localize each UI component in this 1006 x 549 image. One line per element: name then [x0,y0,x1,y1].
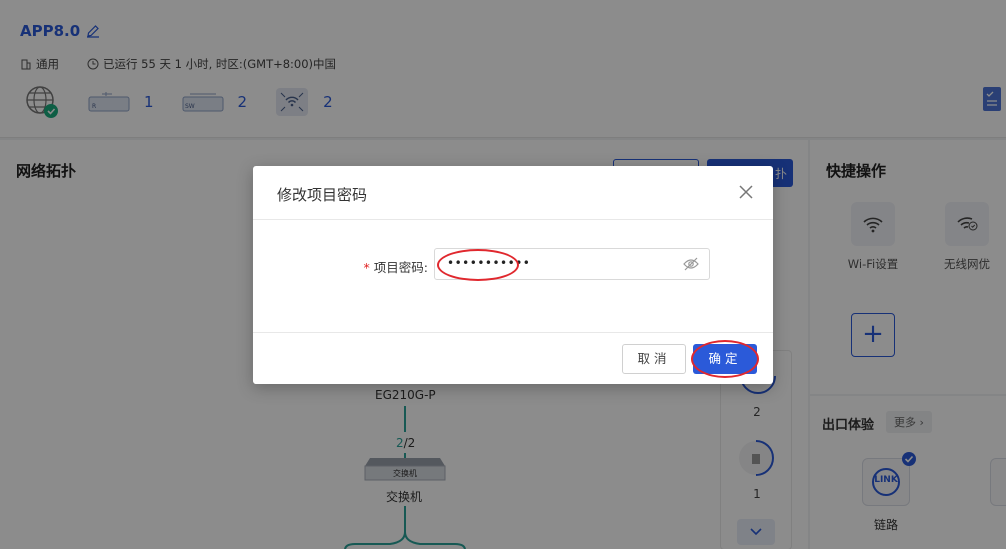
cancel-button[interactable]: 取消 [622,344,686,374]
dialog-title: 修改项目密码 [277,186,368,204]
password-value: ••••••••••• [447,256,531,270]
password-input[interactable]: ••••••••••• [434,248,710,280]
password-label: * 项目密码: [353,257,428,276]
password-label-text: 项目密码: [373,260,428,275]
eye-slash-icon[interactable] [683,257,699,271]
dialog-footer: 取消 确定 [253,332,773,384]
change-password-dialog: 修改项目密码 * 项目密码: ••••••••••• 取消 确定 [253,166,773,384]
close-icon[interactable] [739,182,753,202]
password-form-row: * 项目密码: ••••••••••• [253,248,773,280]
confirm-button[interactable]: 确定 [693,344,757,374]
required-mark: * [363,260,370,275]
